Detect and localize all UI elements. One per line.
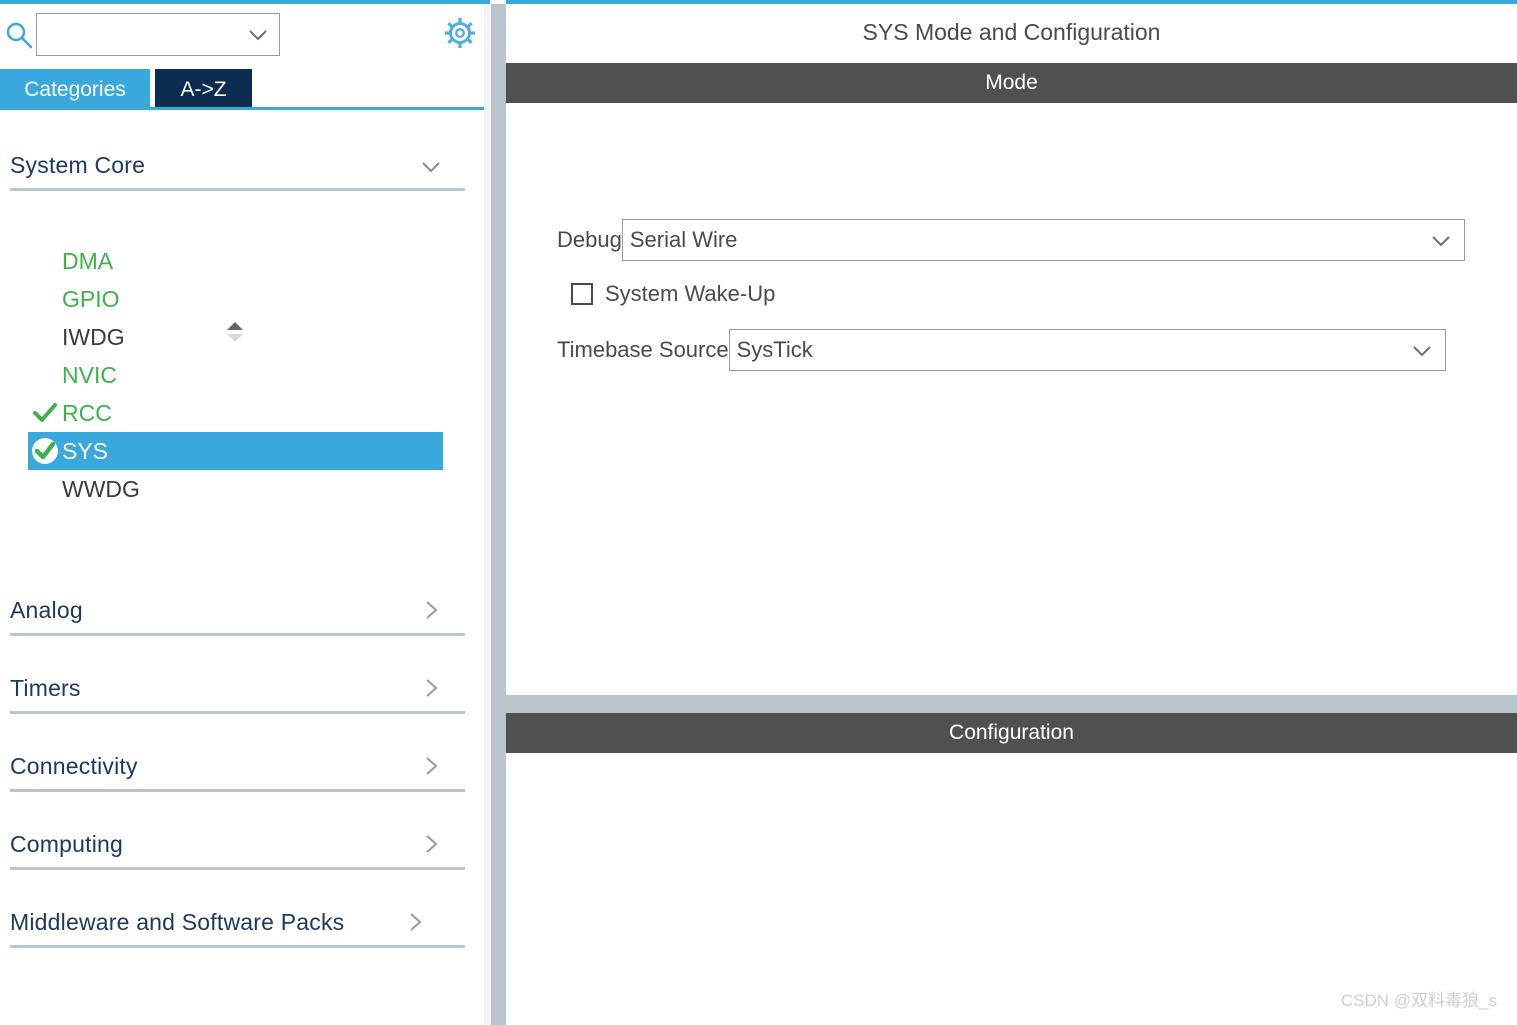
mode-section-header: Mode (506, 63, 1517, 103)
chevron-right-icon[interactable] (419, 832, 443, 856)
category-label: Computing (10, 830, 124, 857)
peripheral-label: RCC (62, 399, 112, 426)
status-icon-none (28, 246, 62, 276)
search-combobox[interactable] (36, 13, 280, 56)
debug-value: Serial Wire (629, 227, 738, 252)
category-separator (10, 945, 465, 948)
peripheral-item-gpio[interactable]: GPIO (28, 280, 443, 318)
peripheral-label: DMA (62, 247, 114, 274)
search-row (0, 4, 484, 65)
chevron-down-icon[interactable] (1430, 233, 1452, 249)
peripheral-label: NVIC (62, 361, 117, 388)
chevron-right-icon[interactable] (419, 598, 443, 622)
sidebar-scroll-region[interactable]: System Core DMA GPIO IWDG NVIC RCC SYS W… (0, 114, 484, 1025)
status-icon-none (28, 322, 62, 352)
peripheral-item-nvic[interactable]: NVIC (28, 356, 443, 394)
mode-section-header-label: Mode (985, 71, 1038, 94)
category-label: Middleware and Software Packs (10, 908, 345, 935)
vertical-splitter-gutter (484, 4, 491, 1025)
debug-row: Debug Serial Wire (557, 219, 1465, 261)
peripheral-item-iwdg[interactable]: IWDG (28, 318, 443, 356)
search-input[interactable] (45, 18, 245, 51)
sidebar-item-middleware-and-software-packs[interactable]: Middleware and Software Packs (10, 899, 465, 945)
category-separator (10, 633, 465, 636)
tab-a-to-z-label: A->Z (180, 77, 227, 101)
configuration-section-header-label: Configuration (949, 721, 1074, 744)
category-label: Timers (10, 674, 81, 701)
debug-select[interactable]: Serial Wire (621, 219, 1465, 261)
category-separator (10, 867, 465, 870)
status-icon-none (28, 474, 62, 504)
system-core-label: System Core (10, 151, 146, 178)
peripheral-sidebar: Categories A->Z System Core DMA GPIO IWD… (0, 4, 484, 1025)
sidebar-item-analog[interactable]: Analog (10, 587, 465, 633)
peripheral-item-wwdg[interactable]: WWDG (28, 470, 443, 508)
debug-label: Debug (557, 227, 622, 252)
timebase-source-label: Timebase Source (557, 337, 729, 362)
chevron-down-icon[interactable] (419, 154, 443, 178)
status-icon-none (28, 360, 62, 390)
page-title: SYS Mode and Configuration (862, 19, 1161, 45)
category-label: Analog (10, 596, 83, 623)
tab-categories-label: Categories (24, 77, 126, 101)
peripheral-label: IWDG (62, 323, 125, 350)
status-icon-none (28, 284, 62, 314)
timebase-source-select[interactable]: SysTick (728, 329, 1446, 371)
peripheral-item-dma[interactable]: DMA (28, 242, 443, 280)
chevron-right-icon[interactable] (419, 754, 443, 778)
category-separator (10, 789, 465, 792)
mode-section-body: Debug Serial Wire System Wake-Up Timebas… (506, 103, 1517, 691)
timebase-source-row: Timebase Source SysTick (557, 329, 1446, 371)
category-separator (10, 711, 465, 714)
category-label: Connectivity (10, 752, 138, 779)
peripheral-item-rcc[interactable]: RCC (28, 394, 443, 432)
chevron-right-icon[interactable] (419, 676, 443, 700)
sidebar-item-system-core[interactable]: System Core (10, 142, 465, 188)
tab-categories[interactable]: Categories (0, 69, 150, 110)
system-core-separator (10, 188, 465, 191)
system-wakeup-label: System Wake-Up (605, 281, 776, 306)
tab-a-to-z[interactable]: A->Z (155, 69, 252, 110)
tab-underline (0, 107, 484, 110)
configuration-panel: SYS Mode and Configuration Mode Debug Se… (506, 4, 1517, 1025)
vertical-splitter[interactable] (491, 4, 506, 1025)
configuration-section-body: Warning: This peripheral has no paramete… (506, 753, 1517, 1025)
system-wakeup-row[interactable]: System Wake-Up (571, 281, 775, 307)
peripheral-label: WWDG (62, 475, 140, 502)
gear-icon[interactable] (444, 17, 476, 49)
chevron-down-icon[interactable] (247, 27, 269, 43)
sidebar-item-timers[interactable]: Timers (10, 665, 465, 711)
watermark: CSDN @双料毒狼_s (1340, 991, 1497, 1010)
sidebar-item-connectivity[interactable]: Connectivity (10, 743, 465, 789)
peripheral-item-sys[interactable]: SYS (28, 432, 443, 470)
chevron-right-icon[interactable] (403, 910, 427, 934)
check-circle-icon (28, 436, 62, 466)
timebase-source-value: SysTick (736, 337, 813, 362)
cubemx-window: Categories A->Z System Core DMA GPIO IWD… (0, 0, 1517, 1025)
search-icon (4, 20, 34, 50)
chevron-down-icon[interactable] (1411, 343, 1433, 359)
sidebar-item-computing[interactable]: Computing (10, 821, 465, 867)
system-wakeup-checkbox[interactable] (571, 283, 593, 305)
peripheral-label: GPIO (62, 285, 120, 312)
check-icon (28, 398, 62, 428)
sidebar-tab-bar: Categories A->Z (0, 69, 484, 110)
configuration-section-header: Configuration (506, 713, 1517, 753)
horizontal-splitter[interactable] (506, 695, 1517, 713)
peripheral-label: SYS (62, 437, 109, 464)
